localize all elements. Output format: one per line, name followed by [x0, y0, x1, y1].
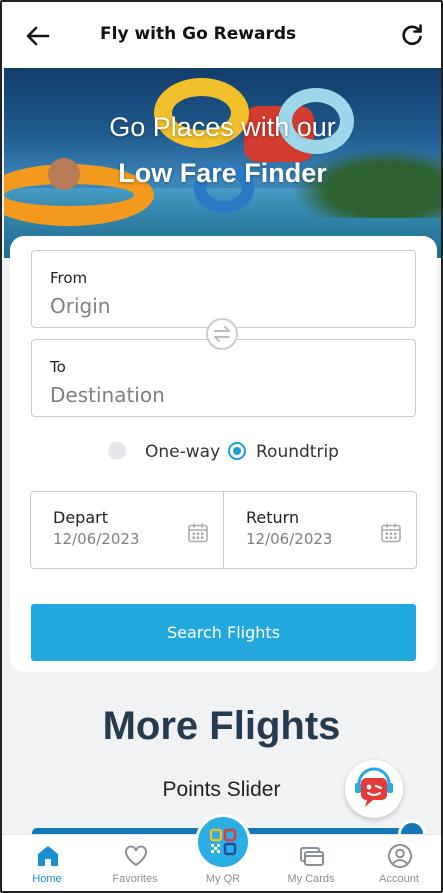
nav-my-cards[interactable]: My Cards — [271, 835, 351, 891]
nav-home-label: Home — [32, 873, 62, 885]
return-date-value: 12/06/2023 — [246, 530, 333, 548]
nav-account[interactable]: Account — [359, 835, 439, 891]
depart-date-field[interactable]: Depart 12/06/2023 — [30, 491, 224, 569]
depart-label: Depart — [53, 508, 108, 527]
calendar-icon[interactable] — [187, 522, 209, 544]
nav-my-cards-label: My Cards — [287, 873, 335, 885]
oneway-label[interactable]: One-way — [145, 442, 220, 462]
depart-date-value: 12/06/2023 — [53, 530, 140, 548]
calendar-icon[interactable] — [380, 522, 402, 544]
refresh-icon[interactable] — [399, 22, 425, 48]
nav-home[interactable]: Home — [7, 835, 87, 891]
cards-icon — [299, 843, 325, 869]
hero-headline: Go Places with our — [109, 112, 336, 142]
destination-label: To — [50, 358, 66, 376]
nav-my-qr-label: My QR — [205, 873, 241, 885]
origin-label: From — [50, 269, 88, 287]
origin-field[interactable]: From Origin — [31, 250, 416, 328]
return-date-field[interactable]: Return 12/06/2023 — [223, 491, 417, 569]
trip-type-selector: One-way Roundtrip — [10, 440, 437, 464]
account-icon — [387, 843, 413, 869]
oneway-radio[interactable] — [108, 442, 126, 460]
roundtrip-label[interactable]: Roundtrip — [256, 442, 339, 462]
nav-account-label: Account — [379, 873, 419, 885]
app-frame: Fly with Go Rewards Go Places with our L… — [0, 0, 443, 893]
swap-icon[interactable] — [206, 318, 238, 350]
search-flights-button[interactable]: Search Flights — [31, 604, 416, 661]
return-label: Return — [246, 508, 300, 527]
flight-search-card: From Origin To Destination One-way Round… — [10, 236, 437, 672]
app-header: Fly with Go Rewards — [2, 2, 441, 68]
destination-input[interactable]: Destination — [50, 383, 165, 407]
home-icon — [35, 843, 61, 869]
more-flights-heading: More Flights — [102, 704, 341, 748]
hero-banner: Go Places with our Low Fare Finder — [4, 68, 441, 258]
hero-subheadline: Low Fare Finder — [118, 158, 327, 188]
roundtrip-radio[interactable] — [228, 442, 246, 460]
heart-icon — [123, 843, 149, 869]
nav-favorites[interactable]: Favorites — [95, 835, 175, 891]
back-arrow-icon[interactable] — [24, 22, 52, 50]
page-title: Fly with Go Rewards — [100, 24, 297, 44]
nav-favorites-label: Favorites — [112, 873, 158, 885]
chat-assistant-icon[interactable] — [345, 760, 403, 818]
origin-input[interactable]: Origin — [50, 294, 110, 318]
qr-code-icon[interactable] — [195, 814, 251, 870]
